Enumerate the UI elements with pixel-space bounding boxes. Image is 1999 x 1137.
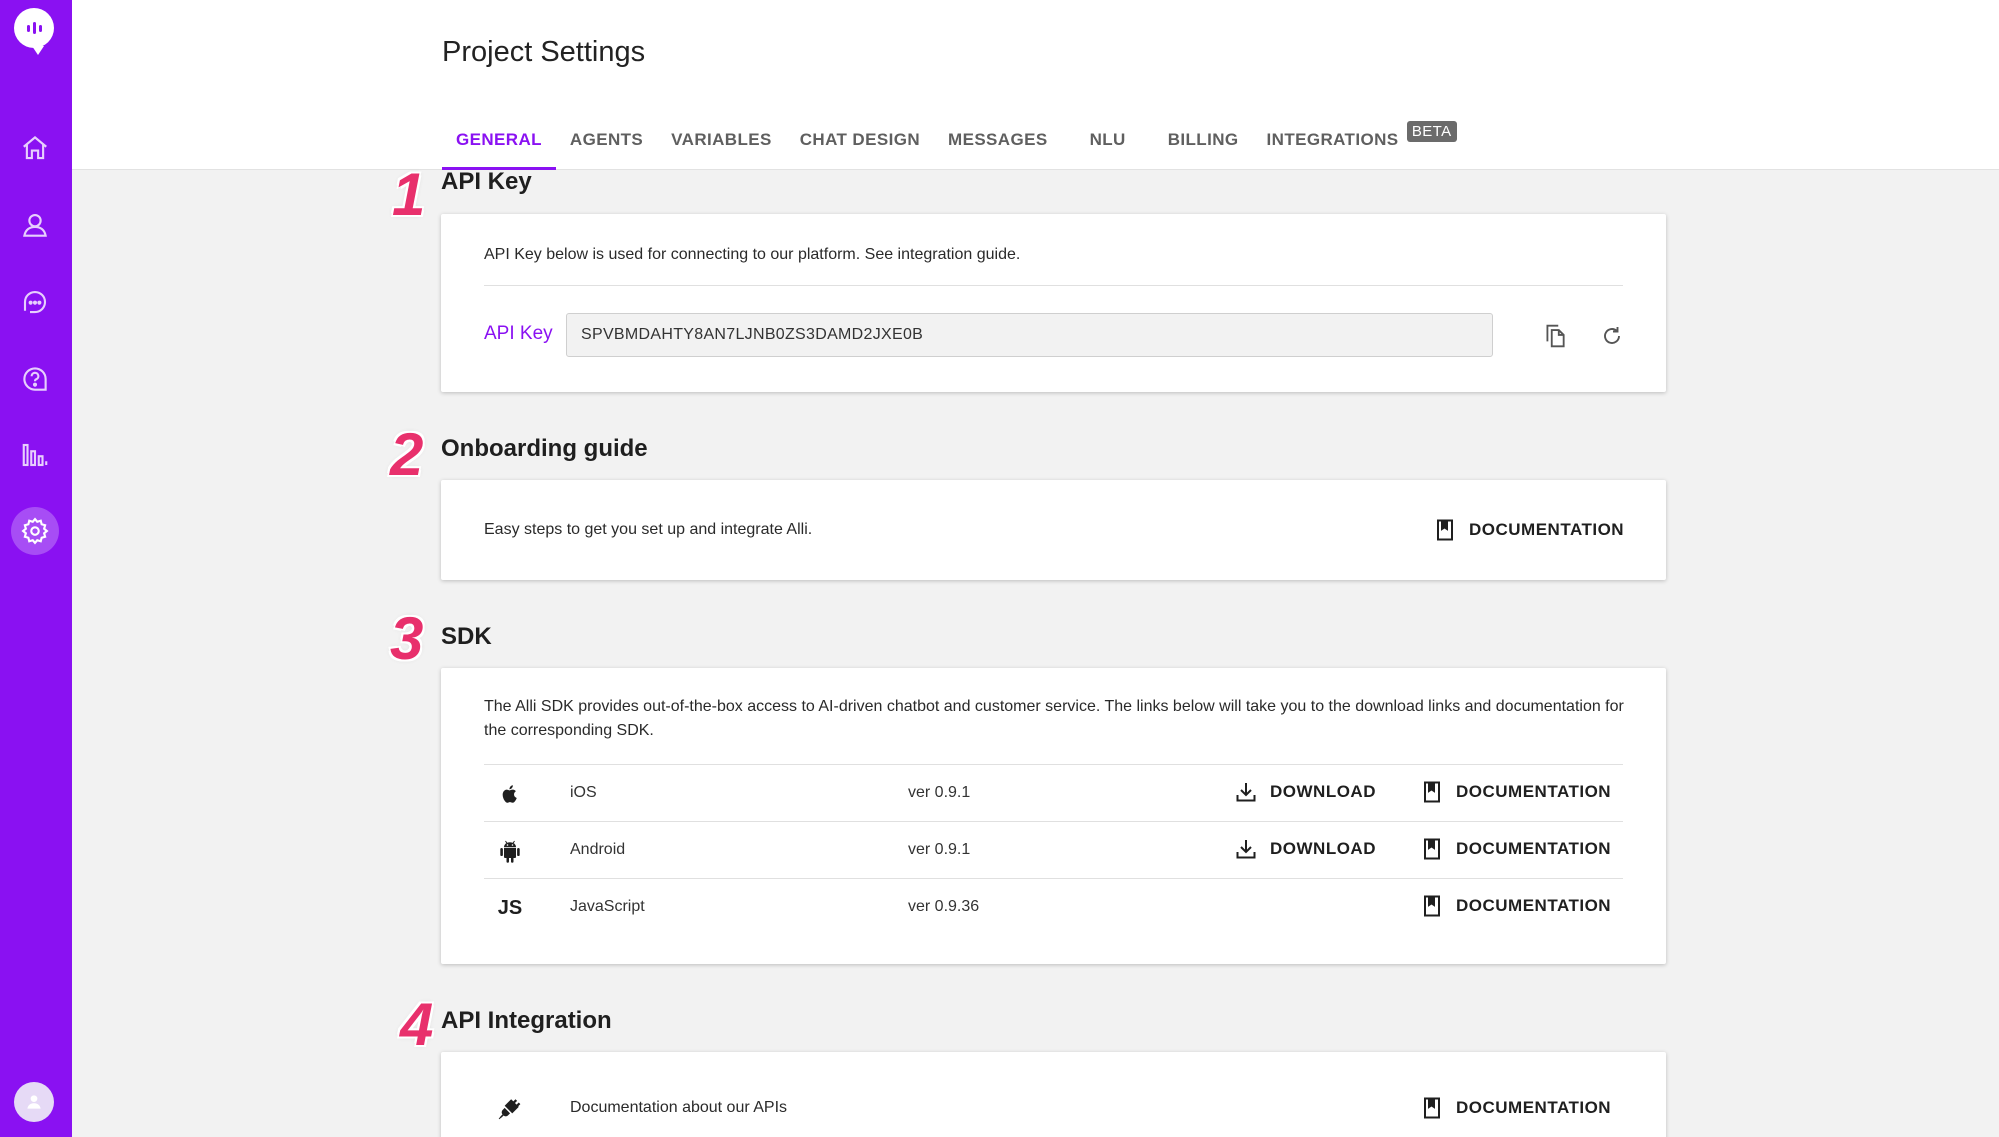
sidebar-item-analytics[interactable] [11, 431, 59, 479]
onboarding-description: Easy steps to get you set up and integra… [484, 521, 813, 538]
refresh-icon [1604, 327, 1620, 344]
tab-agents[interactable]: AGENTS [556, 112, 657, 170]
sidebar-item-conversations[interactable] [11, 278, 59, 326]
page-header: Project Settings GENERAL AGENTS VARIABLE… [72, 0, 1999, 170]
book-icon [1424, 781, 1440, 803]
documentation-label: DOCUMENTATION [1456, 1098, 1612, 1117]
sdk-name: iOS [570, 784, 597, 801]
api-integration-description: Documentation about our APIs [570, 1099, 788, 1116]
tab-general[interactable]: GENERAL [442, 112, 556, 170]
settings-tabs: GENERAL AGENTS VARIABLES CHAT DESIGN MES… [442, 112, 1457, 170]
download-icon [1236, 840, 1256, 859]
ios-download-button[interactable]: DOWNLOAD [1234, 780, 1376, 804]
tab-integrations[interactable]: INTEGRATIONS BETA [1253, 112, 1457, 170]
sidebar-item-home[interactable] [11, 124, 59, 172]
documentation-label: DOCUMENTATION [1469, 520, 1625, 539]
documentation-label: DOCUMENTATION [1456, 782, 1612, 801]
sdk-version: ver 0.9.1 [908, 841, 971, 858]
javascript-documentation-button[interactable]: DOCUMENTATION [1420, 894, 1611, 918]
book-icon [1424, 895, 1440, 917]
tab-chat-design[interactable]: CHAT DESIGN [786, 112, 934, 170]
settings-icon [21, 517, 49, 545]
api-integration-card: Documentation about our APIs DOCUMENTATI… [441, 1052, 1666, 1137]
tab-billing[interactable]: BILLING [1154, 112, 1253, 170]
regenerate-button[interactable] [1592, 316, 1632, 356]
copy-icon [1546, 324, 1565, 348]
documentation-label: DOCUMENTATION [1456, 839, 1612, 858]
table-row: Android ver 0.9.1 DOWNLOAD DOCUMENTATION [484, 821, 1623, 878]
sidebar [0, 0, 72, 1137]
sdk-description: The Alli SDK provides out-of-the-box acc… [484, 698, 1624, 739]
sdk-card: The Alli SDK provides out-of-the-box acc… [441, 668, 1666, 964]
book-icon [1424, 838, 1440, 860]
sdk-version: ver 0.9.36 [908, 898, 980, 915]
page-title: Project Settings [442, 36, 646, 68]
api-key-description: API Key below is used for connecting to … [484, 246, 1021, 263]
api-key-input[interactable] [566, 313, 1493, 357]
ios-documentation-button[interactable]: DOCUMENTATION [1420, 780, 1611, 804]
sdk-name: JavaScript [570, 898, 645, 915]
home-icon [23, 135, 47, 160]
javascript-icon: JS [497, 896, 523, 919]
sdk-section-title: SDK [441, 623, 492, 650]
apple-icon [496, 780, 524, 808]
step-marker-1: 1 [392, 161, 426, 228]
api-key-section-title: API Key [441, 168, 532, 195]
analytics-icon [22, 443, 48, 467]
api-integration-section-title: API Integration [441, 1007, 612, 1034]
tab-variables[interactable]: VARIABLES [657, 112, 786, 170]
step-marker-2: 2 [390, 421, 424, 488]
sidebar-item-users[interactable] [11, 201, 59, 249]
download-icon [1236, 783, 1256, 802]
sidebar-item-settings[interactable] [11, 507, 59, 555]
step-marker-4: 4 [400, 991, 434, 1058]
table-row: JS JavaScript ver 0.9.36 DOCUMENTATION [484, 878, 1623, 935]
documentation-label: DOCUMENTATION [1456, 896, 1612, 915]
api-key-label: API Key [484, 323, 553, 344]
onboarding-section-title: Onboarding guide [441, 435, 648, 462]
api-documentation-button[interactable]: DOCUMENTATION [1420, 1096, 1611, 1120]
sdk-version: ver 0.9.1 [908, 784, 971, 801]
chat-icon [23, 290, 47, 314]
book-icon [1424, 1097, 1440, 1119]
api-key-card: API Key below is used for connecting to … [441, 214, 1666, 392]
sdk-name: Android [570, 841, 626, 858]
sidebar-item-faq[interactable] [11, 355, 59, 403]
beta-badge: BETA [1406, 121, 1457, 142]
tab-integrations-label: INTEGRATIONS [1266, 130, 1399, 149]
onboarding-documentation-button[interactable]: DOCUMENTATION [1433, 518, 1624, 542]
android-documentation-button[interactable]: DOCUMENTATION [1420, 837, 1611, 861]
android-icon [496, 837, 524, 865]
download-label: DOWNLOAD [1270, 839, 1376, 858]
download-label: DOWNLOAD [1270, 782, 1376, 801]
user-icon [23, 213, 47, 237]
tab-nlu[interactable]: NLU [1076, 112, 1154, 170]
copy-button[interactable] [1535, 316, 1575, 356]
user-avatar-icon [27, 1095, 41, 1109]
help-icon [23, 367, 47, 391]
divider [484, 285, 1623, 286]
logo-icon[interactable] [14, 8, 54, 55]
table-row: iOS ver 0.9.1 DOWNLOAD DOCUMENTATION [484, 764, 1623, 821]
tab-messages[interactable]: MESSAGES [934, 112, 1076, 170]
android-download-button[interactable]: DOWNLOAD [1234, 837, 1376, 861]
step-marker-3: 3 [390, 605, 424, 672]
book-icon [1437, 519, 1453, 541]
avatar[interactable] [14, 1082, 54, 1122]
onboarding-card: Easy steps to get you set up and integra… [441, 480, 1666, 580]
plug-icon [496, 1096, 522, 1127]
